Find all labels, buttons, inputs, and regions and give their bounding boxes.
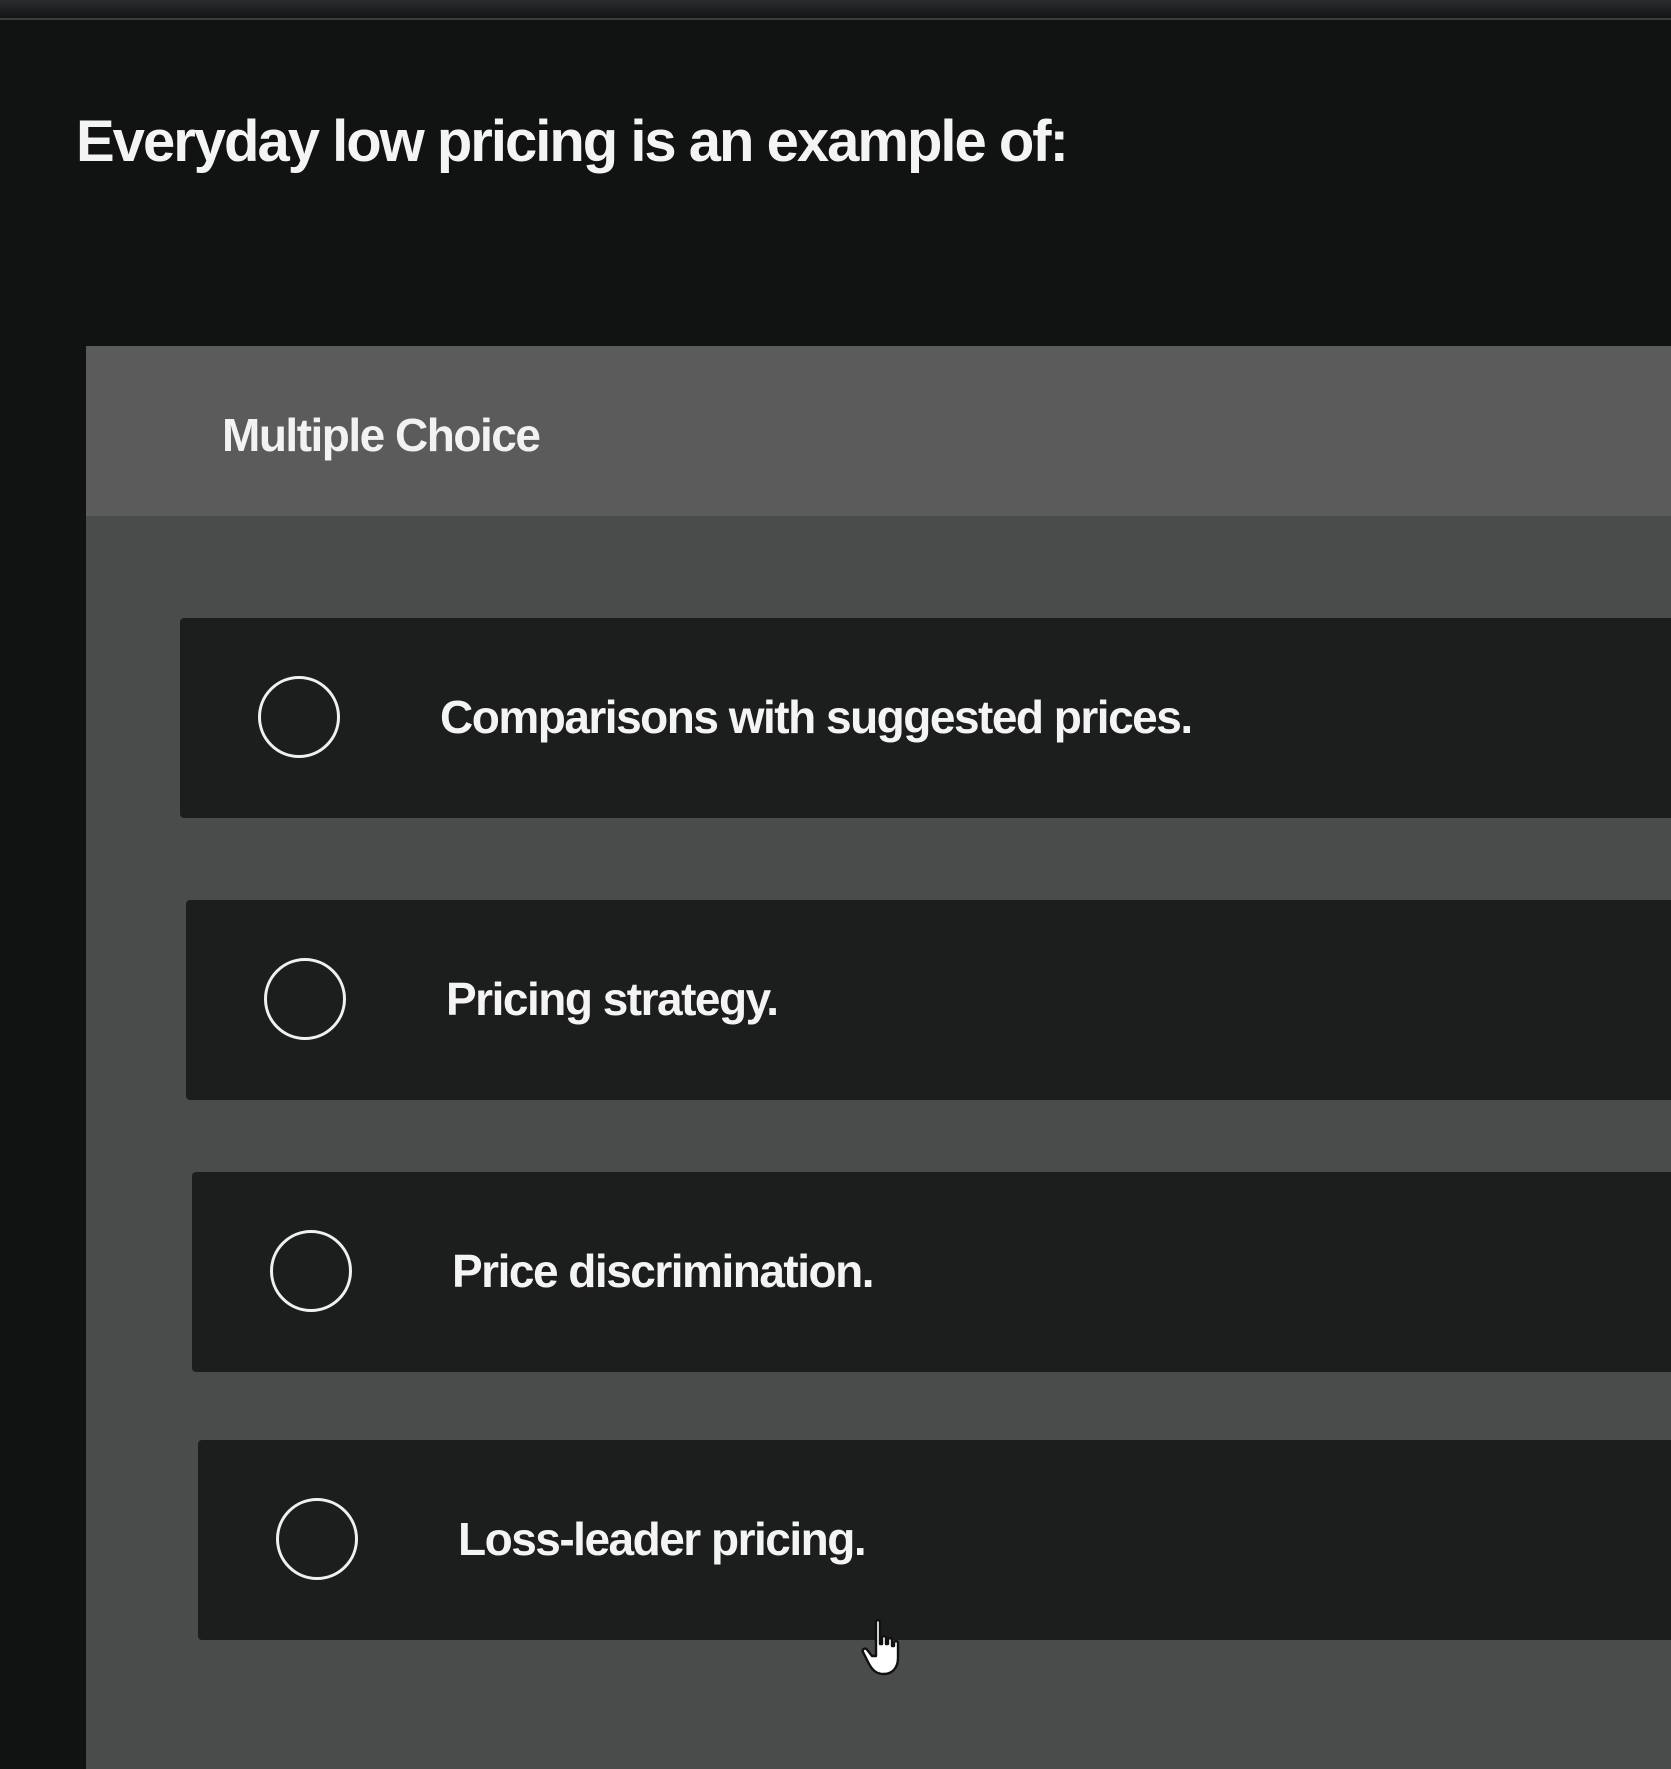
answer-option-2[interactable]: Pricing strategy. — [186, 900, 1671, 1100]
answer-option-label: Price discrimination. — [452, 1245, 874, 1297]
radio-empty-icon[interactable] — [270, 1230, 352, 1312]
answer-option-1[interactable]: Comparisons with suggested prices. — [180, 618, 1671, 818]
panel-header: Multiple Choice — [86, 346, 1671, 516]
question-text: Everyday low pricing is an example of: — [76, 109, 1069, 174]
answer-option-label: Pricing strategy. — [446, 973, 779, 1025]
answer-option-label: Loss-leader pricing. — [458, 1513, 867, 1565]
radio-empty-icon[interactable] — [264, 958, 346, 1040]
answer-option-label: Comparisons with suggested prices. — [440, 691, 1193, 743]
answer-option-3[interactable]: Price discrimination. — [192, 1172, 1671, 1372]
hand-pointer-icon — [861, 1619, 900, 1676]
multiple-choice-panel: Multiple Choice Comparisons with suggest… — [86, 346, 1671, 1769]
answer-option-4[interactable]: Loss-leader pricing. — [198, 1440, 1671, 1640]
window-top-edge — [0, 0, 1671, 20]
radio-empty-icon[interactable] — [258, 676, 340, 758]
radio-empty-icon[interactable] — [276, 1498, 358, 1580]
question-type-label: Multiple Choice — [222, 409, 541, 461]
